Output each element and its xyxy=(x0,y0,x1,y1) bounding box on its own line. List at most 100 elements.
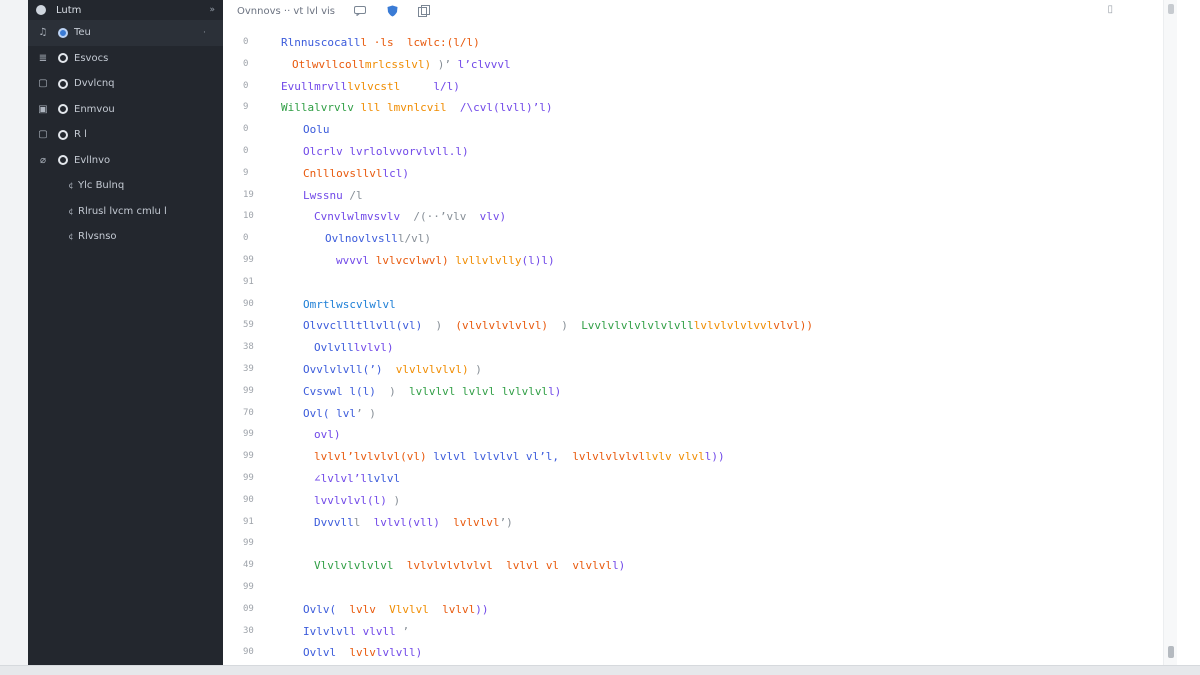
code-token: l ·ls xyxy=(360,36,407,49)
code-line[interactable]: 0 Oolu xyxy=(223,119,1163,141)
line-number: 09 xyxy=(243,603,254,614)
code-line[interactable]: 09 Ovlv( lvlv Vlvlvl lvlvl)) xyxy=(223,599,1163,621)
sidebar-item[interactable]: ♫ Teu · xyxy=(28,20,223,46)
window-left-edge xyxy=(0,0,28,665)
line-number: 10 xyxy=(243,211,254,222)
code-token: )’ xyxy=(431,57,458,71)
code-text: Otlwvllcollmrlcsslvl) )’ l’clvvvl xyxy=(292,54,511,76)
sidebar-item[interactable]: ¢ Rlvsnso xyxy=(28,224,223,250)
code-token: /(··’vlv xyxy=(400,210,480,224)
code-token: l/l) xyxy=(433,79,460,93)
code-line[interactable]: 10 Cvnvlwlmvsvlv /(··’vlv vlv) xyxy=(223,206,1163,228)
code-token: ) xyxy=(468,362,482,376)
code-token: Omrtlwscvlwlvl xyxy=(303,297,396,311)
code-line[interactable]: 0 Otlwvllcollmrlcsslvl) )’ l’clvvvl xyxy=(223,54,1163,76)
code-line[interactable]: 30 Ivlvlvll vlvll ’ xyxy=(223,621,1163,643)
sidebar-item-glyph-icon: ▣ xyxy=(38,103,48,115)
code-line[interactable]: 0 Olcrlv lvrlolvvorvlvll.l) xyxy=(223,141,1163,163)
line-number: 9 xyxy=(243,102,249,113)
code-token: lcwlc:(l/l) xyxy=(406,36,480,49)
code-token: Willalvrvlv xyxy=(281,101,354,115)
code-line[interactable]: 0 Evullmrvlllvlvcstl l/l) xyxy=(223,76,1163,98)
code-line[interactable]: 99 wvvvl lvlvcvlwvl) lvllvlvlly(l)l) xyxy=(223,250,1163,272)
code-line[interactable]: 90 lvvlvlvl(l) ) xyxy=(223,490,1163,512)
sidebar-item[interactable]: ▢ R l xyxy=(28,122,223,148)
code-line[interactable]: 91 Dvvvlll lvlvl(vll) lvlvlvl’) xyxy=(223,512,1163,534)
sidebar-item[interactable]: ▢ Dvvlcnq xyxy=(28,71,223,97)
code-token: lvlvl xyxy=(442,602,476,616)
code-line[interactable]: 0 Ovlnovlvslll/vl) xyxy=(223,228,1163,250)
shield-icon[interactable] xyxy=(385,5,399,17)
code-token: )) xyxy=(475,602,489,616)
line-number: 49 xyxy=(243,560,254,571)
code-editor[interactable]: 0 Rlnnuscocalll ·ls lcwlc:(l/l) 0 Otlwvllco… xyxy=(223,32,1163,665)
message-icon[interactable] xyxy=(353,5,367,17)
code-line[interactable]: 99 Cvsvwl l(l) ) lvlvlvl lvlvl lvlvlvll) xyxy=(223,381,1163,403)
code-line[interactable]: 99 lvlvl’lvlvlvl(vl) lvlvl lvlvlvl vl’l, … xyxy=(223,446,1163,468)
code-token: lvlv xyxy=(349,646,376,660)
code-text: Olcrlv lvrlolvvorvlvll.l) xyxy=(303,141,469,163)
code-line[interactable]: 90 Ovlvl lvlvlvlvll) xyxy=(223,642,1163,664)
status-dot-icon xyxy=(58,129,68,140)
code-line[interactable]: 9 Willalvrvlv lll lmvnlcvil /\cvl(lvll)’l… xyxy=(223,97,1163,119)
vertical-scrollbar[interactable] xyxy=(1163,0,1177,665)
code-token: Dvvvll xyxy=(314,515,354,529)
code-token: mrlcsslvl) xyxy=(364,57,432,71)
code-line[interactable]: 59 Olvvcllltllvll(vl) ) (vlvlvlvlvlvl) ) … xyxy=(223,315,1163,337)
scrollbar-thumb[interactable] xyxy=(1168,646,1174,658)
code-token: Cnlllovsllvl xyxy=(303,166,383,180)
code-line[interactable]: 19 Lwssnu /l xyxy=(223,185,1163,207)
code-token: (l)l) xyxy=(521,253,555,267)
sidebar-item[interactable]: ¢ Rlrusl lvcm cmlu l xyxy=(28,199,223,225)
sidebar-item-glyph-icon: ¢ xyxy=(68,206,74,216)
breadcrumb[interactable]: Ovnnovs ·· vt lvl vis xyxy=(237,6,335,17)
code-token: Ovl( lvl xyxy=(303,406,356,420)
sidebar-item-glyph-icon: ♫ xyxy=(38,27,48,39)
code-line[interactable]: 0 Rlnnuscocalll ·ls lcwlc:(l/l) xyxy=(223,32,1163,54)
code-line[interactable]: 9 Cnlllovsllvllcl) xyxy=(223,163,1163,185)
code-token: Ovlnovlvsll xyxy=(325,232,398,246)
sidebar-item[interactable]: ▣ Enmvou xyxy=(28,97,223,123)
sidebar-item-label: Rlrusl lvcm cmlu l xyxy=(78,205,167,217)
code-token: lvlv xyxy=(349,602,376,616)
code-line[interactable]: 99 ovl) xyxy=(223,424,1163,446)
code-token: lvlvl) xyxy=(353,341,394,355)
code-text: Ovl( lvl’ ) xyxy=(303,403,376,425)
line-number: 19 xyxy=(243,189,254,200)
sidebar-item[interactable]: ≣ Esvocs xyxy=(28,46,223,72)
code-token: lvlvlvlvlvvl xyxy=(693,319,774,333)
code-token: Otlwvllcoll xyxy=(292,57,365,71)
code-token: Evullmrvll xyxy=(281,79,348,93)
line-number: 70 xyxy=(243,407,254,418)
copy-icon[interactable] xyxy=(417,5,431,17)
code-line[interactable]: 39 Ovvlvlvll(’) vlvlvlvlvl) ) xyxy=(223,359,1163,381)
code-line[interactable]: 38 Ovlvlllvlvl) xyxy=(223,337,1163,359)
code-token: /l xyxy=(342,188,363,202)
collapse-chevron-icon[interactable]: » xyxy=(209,5,215,15)
code-line[interactable]: 90 Omrtlwscvlwlvl xyxy=(223,294,1163,316)
code-line[interactable]: 70 Ovl( lvl’ ) xyxy=(223,403,1163,425)
code-token: Vlvlvlvlvlvl xyxy=(314,559,394,573)
code-text: Ovlvlllvlvl) xyxy=(314,337,394,359)
window-menu-icon[interactable]: ▯ xyxy=(1107,4,1113,15)
sidebar-item[interactable]: ¢ Ylc Bulnq xyxy=(28,173,223,199)
sidebar-header[interactable]: Lutm » xyxy=(28,0,223,20)
right-margin xyxy=(1177,0,1200,665)
code-line[interactable]: 99 xyxy=(223,577,1163,599)
code-line[interactable]: 99 xyxy=(223,533,1163,555)
code-line[interactable]: 99 ∠lvlvl’llvlvl xyxy=(223,468,1163,490)
sidebar-item[interactable]: ⌀ Evllnvo xyxy=(28,148,223,174)
code-line[interactable]: 49 Vlvlvlvlvlvl lvlvlvlvlvlvl lvlvl vl vl… xyxy=(223,555,1163,577)
status-dot-icon xyxy=(58,53,68,64)
sidebar-item-glyph-icon: ≣ xyxy=(38,52,48,64)
scrollbar-up-thumb[interactable] xyxy=(1168,4,1174,14)
code-token: lvlvlvlvlvlvl xyxy=(406,559,493,573)
code-token: Lwssnu xyxy=(303,188,343,202)
sidebar-item-label: Dvvlcnq xyxy=(74,78,115,90)
code-line[interactable]: 91 xyxy=(223,272,1163,294)
code-token: ∠lvlvl’l xyxy=(314,471,367,485)
code-token: vlv) xyxy=(479,210,507,224)
